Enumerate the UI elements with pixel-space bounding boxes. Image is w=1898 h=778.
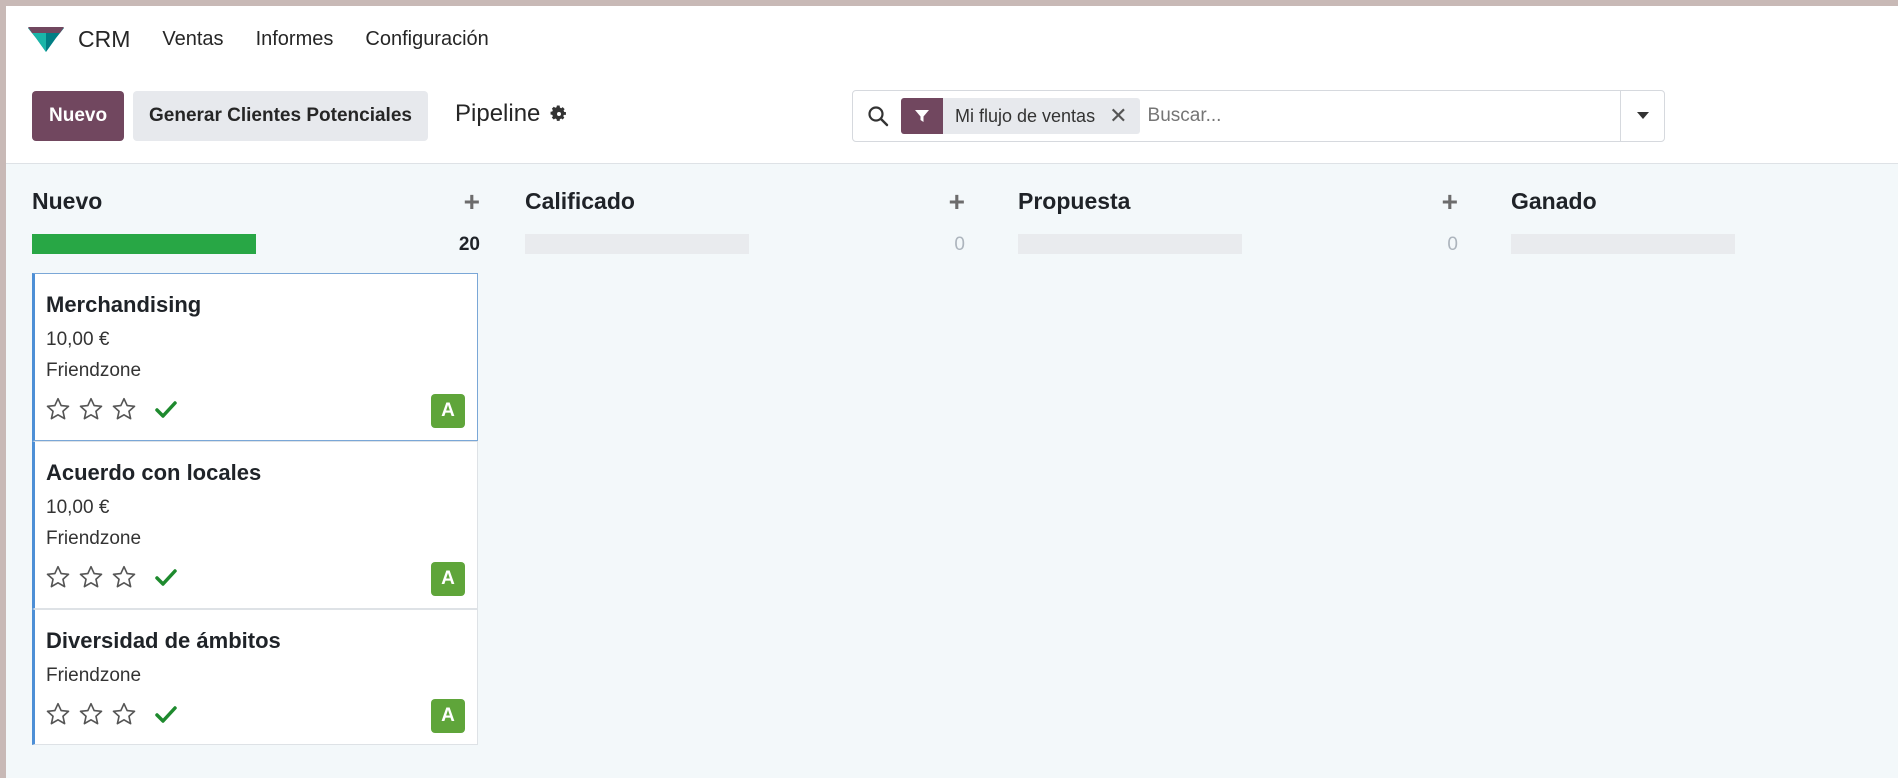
star-outline-icon[interactable] [45,564,71,590]
app-name[interactable]: CRM [78,26,130,53]
priority-stars [45,701,178,727]
avatar[interactable]: A [431,562,465,596]
card-company: Friendzone [46,360,142,381]
facet-label: Mi flujo de ventas [955,105,1096,126]
crm-logo-icon[interactable] [26,24,66,54]
column-header: Calificado + [525,186,965,218]
search-options-toggle[interactable] [1620,91,1664,141]
plus-icon[interactable]: + [949,186,965,218]
top-navbar: CRM Ventas Informes Configuración [6,6,1898,72]
check-icon[interactable] [154,565,178,589]
column-count: 20 [458,234,480,255]
column-progress-bar[interactable] [32,234,256,254]
column-progress-bar[interactable] [525,234,749,254]
priority-stars [45,564,178,590]
column-progress-bar[interactable] [1018,234,1242,254]
card-title: Diversidad de ámbitos [46,628,281,653]
generate-leads-button[interactable]: Generar Clientes Potenciales [133,91,428,141]
star-outline-icon[interactable] [45,396,71,422]
column-count: 0 [954,234,965,255]
column-count: 0 [1447,234,1458,255]
column-progress-bar[interactable] [1511,234,1735,254]
card-title: Acuerdo con locales [46,460,262,485]
card-company: Friendzone [46,665,142,686]
star-outline-icon[interactable] [111,396,137,422]
kanban-card[interactable]: Diversidad de ámbitos Friendzone A [32,609,478,745]
column-header: Propuesta + [1018,186,1458,218]
search-bar[interactable]: Mi flujo de ventas ✕ [852,90,1665,142]
column-header: Nuevo + [32,186,480,218]
column-header: Ganado [1511,188,1891,218]
column-title[interactable]: Ganado [1511,188,1597,215]
breadcrumb: Pipeline [455,100,568,128]
app-window: CRM Ventas Informes Configuración Nuevo … [6,6,1898,778]
card-company: Friendzone [46,528,142,549]
control-panel: Nuevo Generar Clientes Potenciales Pipel… [6,72,1898,164]
menu-ventas[interactable]: Ventas [162,28,223,51]
progress-fill [32,234,256,254]
avatar[interactable]: A [431,699,465,733]
search-icon [868,106,889,127]
menu-configuracion[interactable]: Configuración [365,28,488,51]
filter-icon [901,98,943,134]
avatar[interactable]: A [431,394,465,428]
search-input[interactable] [1147,105,1620,127]
plus-icon[interactable]: + [1442,186,1458,218]
star-outline-icon[interactable] [111,701,137,727]
gear-icon[interactable] [550,105,568,123]
star-outline-icon[interactable] [78,564,104,590]
new-button[interactable]: Nuevo [32,91,125,141]
kanban-card[interactable]: Acuerdo con locales 10,00 € Friendzone A [32,441,478,609]
column-title[interactable]: Nuevo [32,188,102,215]
card-amount: 10,00 € [46,497,110,518]
search-facet[interactable]: Mi flujo de ventas ✕ [901,98,1140,134]
card-amount: 10,00 € [46,329,110,350]
menu-informes[interactable]: Informes [256,28,334,51]
close-icon[interactable]: ✕ [1109,103,1127,129]
star-outline-icon[interactable] [78,396,104,422]
star-outline-icon[interactable] [78,701,104,727]
page-title: Pipeline [455,100,541,127]
check-icon[interactable] [154,702,178,726]
column-title[interactable]: Propuesta [1018,188,1130,215]
column-title[interactable]: Calificado [525,188,635,215]
check-icon[interactable] [154,397,178,421]
caret-down-icon [1636,112,1649,119]
star-outline-icon[interactable] [45,701,71,727]
card-title: Merchandising [46,292,202,317]
plus-icon[interactable]: + [464,186,480,218]
priority-stars [45,396,178,422]
star-outline-icon[interactable] [111,564,137,590]
kanban-card[interactable]: Merchandising 10,00 € Friendzone A [32,273,478,441]
